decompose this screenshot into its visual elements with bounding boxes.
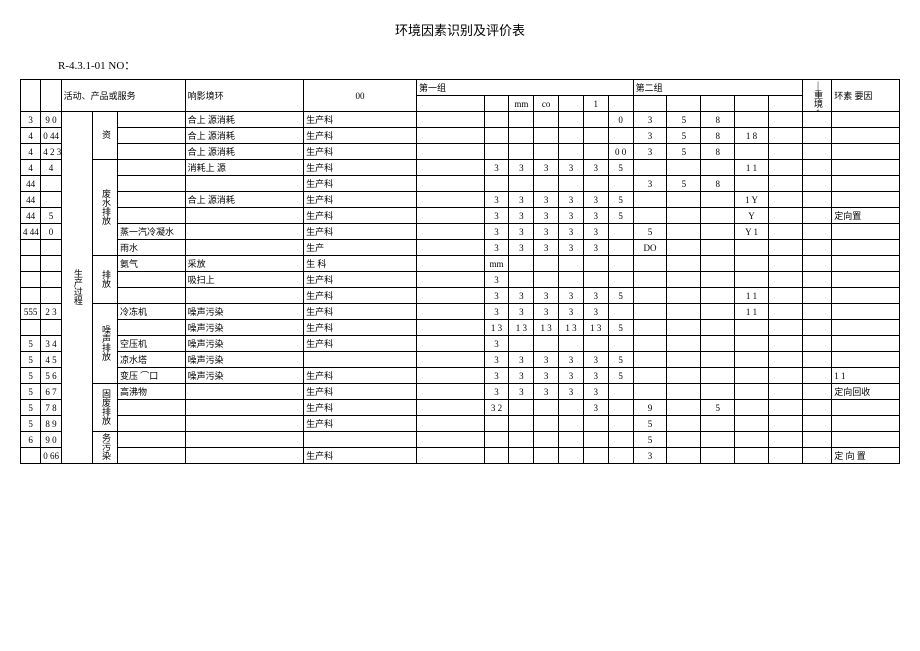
sub-co: co: [534, 96, 559, 112]
table-row: 5552 3 噪声排放 冷冻机噪声污染生产科 33333 1 1: [21, 304, 900, 320]
cat-zi: 资: [93, 112, 118, 160]
cat-wastewater: 废水排放: [93, 160, 118, 256]
table-row: 56 7 固废排放 高沸物生产科 33333 定向回收: [21, 384, 900, 400]
table-row: 39 0 生产过程 资 合上 源消耗生产科 0 358: [21, 112, 900, 128]
evaluation-table: 活动、产品或服务 响影境环 00 第一组 第二组 |重境1Ｖ 环素 要因 mm …: [20, 79, 900, 464]
table-row: 54 5 凉水塔噪声污染 333335: [21, 352, 900, 368]
process-label: 生产过程: [61, 112, 93, 464]
table-row: 噪声污染生产科 1 31 31 31 31 35: [21, 320, 900, 336]
table-row: 44 生产科 358: [21, 176, 900, 192]
table-row: 44 废水排放 消耗上 源生产科 333335 1 1: [21, 160, 900, 176]
table-row: 57 8 生产科 3 23 95: [21, 400, 900, 416]
cat-noise: 噪声排放: [93, 304, 118, 384]
page-title: 环境因素识别及评价表: [20, 20, 900, 39]
col-env-impact: 响影境环: [185, 80, 303, 112]
table-row: 445 生产科 333335 Y 定向置: [21, 208, 900, 224]
sub-one: 1: [583, 96, 608, 112]
table-row: 吸扫上生产科 3: [21, 272, 900, 288]
sub-mm: mm: [509, 96, 534, 112]
table-row: 58 9 生产科 5: [21, 416, 900, 432]
cat-gas: 排放: [93, 256, 118, 304]
header-row-1: 活动、产品或服务 响影境环 00 第一组 第二组 |重境1Ｖ 环素 要因: [21, 80, 900, 96]
col-env-factor-v: |重境1Ｖ: [802, 80, 831, 112]
table-row: 排放 氨气采放生 科 mm: [21, 256, 900, 272]
table-row: 4 440 蒸一汽冷凝水生产科 33333 5Y 1: [21, 224, 900, 240]
col-group2: 第二组: [633, 80, 802, 96]
table-row: 53 4 空压机噪声污染生产科 3: [21, 336, 900, 352]
table-row: 0 66 生产科 3 定 向 置: [21, 448, 900, 464]
table-row: 雨水生产 33333 DO: [21, 240, 900, 256]
table-row: 40 44 4 合上 源消耗生产科 3581 8: [21, 128, 900, 144]
cat-pollute: 务污染: [93, 432, 118, 464]
table-row: 44 2 3 合上 源消耗生产科 0 0 358: [21, 144, 900, 160]
table-row: 44 合上 源消耗生产科 333335 1 Y: [21, 192, 900, 208]
table-row: 69 0 务污染 5: [21, 432, 900, 448]
table-row: 55 6 变压 ⌒口噪声污染生产科 333335 1 1: [21, 368, 900, 384]
table-row: 生产科 333335 1 1: [21, 288, 900, 304]
col-env-factor-h: 环素 要因: [832, 80, 900, 112]
cat-solid: 固废排放: [93, 384, 118, 432]
col-00: 00: [304, 80, 417, 112]
col-group1: 第一组: [416, 80, 633, 96]
col-activity: 活动、产品或服务: [61, 80, 185, 112]
doc-number: R-4.3.1-01 NO：: [58, 57, 900, 73]
